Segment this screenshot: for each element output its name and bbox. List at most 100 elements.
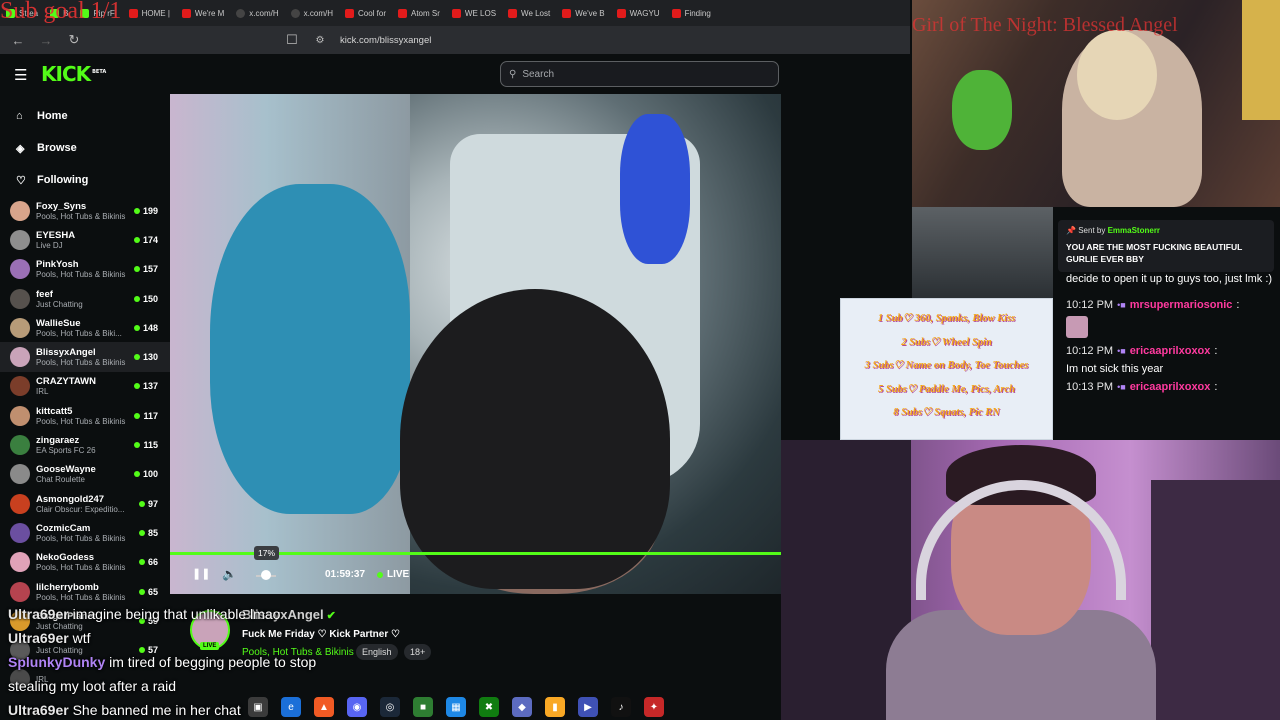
sub-menu-overlay: 1 Sub♡ 360, Spanks, Blow Kiss 2 Subs♡ Whe… <box>840 298 1053 440</box>
channel-info: zingaraez EA Sports FC 26 <box>36 435 134 455</box>
reload-icon[interactable]: ↻ <box>66 32 82 48</box>
vpn-icon[interactable]: ◆ <box>512 697 532 717</box>
browser-tab[interactable]: Atom Sr <box>392 3 446 23</box>
sub-menu-line: 5 Subs♡ Paddle Me, Pics, Arch <box>877 383 1016 395</box>
browser-tab[interactable]: WE LOS <box>446 3 502 23</box>
channel-row[interactable]: GooseWayne Chat Roulette 100 <box>0 460 170 489</box>
channel-row[interactable]: EYESHA Live DJ 174 <box>0 225 170 254</box>
browser-tab[interactable]: x.com/H <box>230 3 284 23</box>
channel-category: Pools, Hot Tubs & Bikinis <box>36 416 126 426</box>
sidebar-item-label: Home <box>37 110 68 122</box>
sidebar-item-following[interactable]: ♡ Following <box>0 164 170 196</box>
channel-row[interactable]: PinkYosh Pools, Hot Tubs & Bikinis 157 <box>0 255 170 284</box>
menu-icon[interactable]: ☰ <box>14 66 27 84</box>
channel-avatar <box>10 229 30 250</box>
file-explorer-icon[interactable]: ▣ <box>248 697 268 717</box>
channel-name: PinkYosh <box>36 259 79 271</box>
yt-favicon-icon <box>451 8 461 18</box>
browser-tab[interactable]: We're M <box>176 3 230 23</box>
channel-row[interactable]: BlissyxAngel Pools, Hot Tubs & Bikinis 130 <box>0 342 170 372</box>
channel-category: Pools, Hot Tubs & Bikinis <box>36 270 126 280</box>
channel-avatar <box>10 435 30 456</box>
overlay-chat-text: im tired of begging people to stop <box>109 654 317 670</box>
channel-row[interactable]: feef Just Chatting 150 <box>0 284 170 313</box>
channel-name: BlissyxAngel <box>36 347 96 359</box>
app-icon[interactable]: ■ <box>413 697 433 717</box>
tiktok-icon[interactable]: ♪ <box>611 697 631 717</box>
channel-row[interactable]: kittcatt5 Pools, Hot Tubs & Bikinis 117 <box>0 401 170 430</box>
discord-icon[interactable]: ◉ <box>347 697 367 717</box>
channel-viewers: 150 <box>133 294 158 304</box>
channel-category: Clair Obscur: Expeditio... <box>36 504 125 514</box>
chat-username[interactable]: mrsupermariosonic <box>1130 296 1233 314</box>
tab-label: Atom Sr <box>411 8 440 18</box>
sidebar-item-browse[interactable]: ◈ Browse <box>0 132 170 164</box>
channel-viewers: 157 <box>133 264 158 274</box>
browser-tab[interactable]: We've B <box>556 3 610 23</box>
volume-icon[interactable]: 🔉 <box>222 567 237 581</box>
video-frame-background <box>912 207 1053 298</box>
channel-category: Pools, Hot Tubs & Biki... <box>36 328 122 338</box>
overlay-chat-line: Ultra69er wtf <box>8 626 428 650</box>
pinned-message[interactable]: 📌 Sent by EmmaStonerr YOU ARE THE MOST F… <box>1058 220 1274 272</box>
forward-icon[interactable]: → <box>38 33 54 48</box>
viewer-count: 66 <box>147 557 158 568</box>
browser-tab[interactable]: Cool for <box>339 3 392 23</box>
url-text[interactable]: kick.com/blissyxangel <box>340 35 431 46</box>
yt-favicon-icon <box>562 8 572 18</box>
channel-viewers: 65 <box>138 587 158 597</box>
browser-tab[interactable]: We Lost <box>502 3 556 23</box>
kick-logo[interactable]: KICK BETA <box>41 62 106 86</box>
channel-name: Foxy_Syns <box>36 200 87 212</box>
pause-icon[interactable]: ❚❚ <box>192 567 210 580</box>
video-player[interactable]: ❚❚ 🔉 17% 01:59:37 LIVE <box>170 94 781 594</box>
heart-icon: ♡ <box>16 174 26 187</box>
player-controls: ❚❚ 🔉 17% 01:59:37 LIVE <box>170 546 781 591</box>
chat-username[interactable]: ericaaprilxoxox <box>1130 378 1211 396</box>
site-info-icon[interactable]: ⚙ <box>312 35 328 46</box>
video-icon[interactable]: ▶ <box>578 697 598 717</box>
chat-text: Im not sick this year <box>1066 363 1164 375</box>
channel-row[interactable]: WallieSue Pools, Hot Tubs & Biki... 148 <box>0 313 170 342</box>
volume-knob[interactable] <box>261 570 272 580</box>
browser-tab[interactable]: x.com/H <box>285 3 339 23</box>
xbox-icon[interactable]: ✖ <box>479 697 499 717</box>
store-icon[interactable]: ▦ <box>446 697 466 717</box>
channel-info: GooseWayne Chat Roulette <box>36 464 134 484</box>
search-input[interactable]: ⚲ Search <box>500 61 779 87</box>
back-icon[interactable]: ← <box>10 33 26 48</box>
channel-info: Foxy_Syns Pools, Hot Tubs & Bikinis <box>36 201 134 221</box>
sidebar-item-label: Following <box>37 174 89 186</box>
channel-avatar <box>10 259 30 280</box>
channel-row[interactable]: zingaraez EA Sports FC 26 115 <box>0 430 170 459</box>
chat-message: 10:12 PM •■ ericaaprilxoxox: <box>1066 342 1276 360</box>
brave-icon[interactable]: ▲ <box>314 697 334 717</box>
facecam-headset <box>916 480 1126 600</box>
channel-row[interactable]: Asmongold247 Clair Obscur: Expeditio... 97 <box>0 489 170 518</box>
edge-icon[interactable]: e <box>281 697 301 717</box>
viewer-count: 85 <box>147 527 158 538</box>
app2-icon[interactable]: ✦ <box>644 697 664 717</box>
pinned-sender[interactable]: EmmaStonerr <box>1108 226 1160 235</box>
browser-tab[interactable]: HOME | <box>123 3 176 23</box>
chart-icon[interactable]: ▮ <box>545 697 565 717</box>
channel-row[interactable]: NekoGodess Pools, Hot Tubs & Bikinis 66 <box>0 548 170 577</box>
live-dot-icon <box>138 588 145 595</box>
sidebar-item-home[interactable]: ⌂ Home <box>0 100 170 132</box>
channel-category: Just Chatting <box>36 299 83 309</box>
channel-row[interactable]: CozmicCam Pools, Hot Tubs & Bikinis 85 <box>0 518 170 547</box>
video-frame-hair <box>400 289 670 589</box>
browser-tab[interactable]: Finding <box>666 3 717 23</box>
steam-icon[interactable]: ◎ <box>380 697 400 717</box>
channel-avatar <box>10 552 30 573</box>
browser-tab[interactable]: WAGYU <box>611 3 666 23</box>
bookmark-icon[interactable]: ☐ <box>284 32 300 48</box>
browser-tab-bar: Strea B Pip rFi HOME | We're Mx.com/H x.com/H… <box>0 0 910 26</box>
channel-row[interactable]: CRAZYTAWN IRL 137 <box>0 372 170 401</box>
channel-row[interactable]: Foxy_Syns Pools, Hot Tubs & Bikinis 199 <box>0 196 170 225</box>
chat-username[interactable]: ericaaprilxoxox <box>1130 342 1211 360</box>
yt-favicon-icon <box>181 8 191 18</box>
sub-menu-line: 1 Sub♡ 360, Spanks, Blow Kiss <box>877 313 1016 324</box>
yt-favicon-icon <box>344 8 354 18</box>
overlay-chat-text: imagine being that unlikable lmao <box>72 606 281 622</box>
